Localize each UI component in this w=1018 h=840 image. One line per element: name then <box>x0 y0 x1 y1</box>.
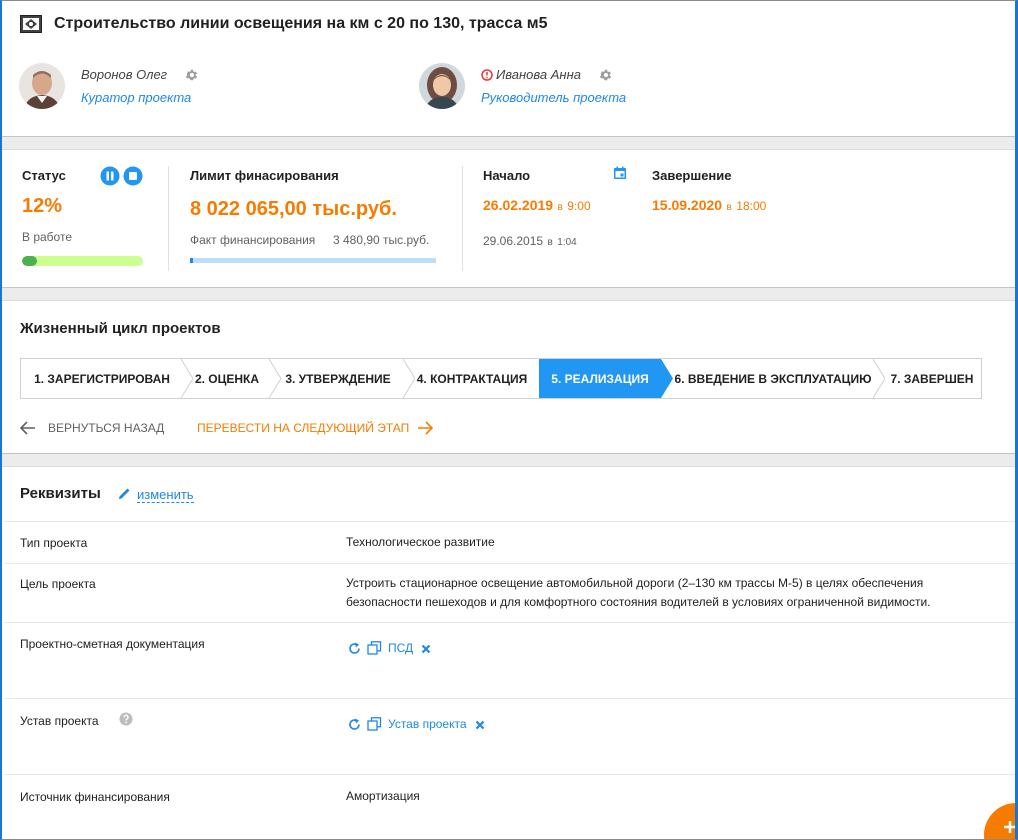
field-label: Цель проекта <box>20 577 96 591</box>
requisites-title: Реквизиты <box>20 485 101 502</box>
step-commissioning[interactable]: 6. ВВЕДЕНИЕ В ЭКСПЛУАТАЦИЮ <box>673 359 873 398</box>
field-value: Амортизация <box>346 789 420 803</box>
alert-clock-icon <box>481 68 493 81</box>
next-stage-button[interactable]: ПЕРЕВЕСТИ НА СЛЕДУЮЩИЙ ЭТАП <box>197 421 434 435</box>
field-label: Устав проекта <box>20 714 99 728</box>
divider <box>462 166 463 271</box>
start-plan-time: 1:04 <box>557 237 577 248</box>
copy-icon[interactable] <box>367 641 382 655</box>
funding-limit-amount: 8 022 065,00 тыс.руб. <box>190 198 397 220</box>
close-icon[interactable] <box>475 720 485 730</box>
start-label: Начало <box>483 168 531 183</box>
end-time-prefix: в <box>726 202 732 213</box>
start-date-value: 26.02.2019 <box>483 197 554 213</box>
lifecycle-title: Жизненный цикл проектов <box>20 320 221 337</box>
document-link[interactable]: ПСД <box>388 641 413 655</box>
document-link[interactable]: Устав проекта <box>388 717 467 731</box>
funding-progress-bar <box>190 258 436 263</box>
start-time-value: 9:00 <box>567 199 591 213</box>
row-divider <box>4 698 1015 699</box>
start-plan-prefix: в <box>547 237 553 248</box>
project-header: Строительство линии освещения на км с 20… <box>20 15 547 33</box>
start-plan-date: 29.06.2015 в 1:04 <box>483 232 577 250</box>
pencil-icon[interactable] <box>118 487 131 500</box>
calendar-icon[interactable] <box>613 166 627 180</box>
status-label: Статус <box>22 168 66 183</box>
start-date: 26.02.2019 в 9:00 <box>483 197 591 215</box>
plus-icon <box>1004 821 1015 833</box>
row-divider <box>4 521 1015 522</box>
funding-fact-amount: 3 480,90 тыс.руб. <box>333 233 430 247</box>
status-controls <box>100 166 143 186</box>
step-chevron <box>873 359 885 398</box>
person-role-link[interactable]: Руководитель проекта <box>481 90 626 105</box>
funding-limit-label: Лимит финасирования <box>190 168 339 183</box>
person-curator: Воронов Олег Куратор проекта <box>19 63 199 109</box>
step-contracting[interactable]: 4. КОНТРАКТАЦИЯ <box>405 359 539 398</box>
refresh-icon[interactable] <box>348 718 361 731</box>
lifecycle-stepper: 1. ЗАРЕГИСТРИРОВАН 2. ОЦЕНКА 3. УТВЕРЖДЕ… <box>20 358 982 399</box>
field-label: Источник финансирования <box>20 790 170 804</box>
step-registered[interactable]: 1. ЗАРЕГИСТРИРОВАН <box>21 359 183 398</box>
project-type-icon <box>20 15 42 33</box>
copy-icon[interactable] <box>367 717 382 731</box>
funding-fact-label: Факт финансирования <box>190 233 316 247</box>
step-chevron-active <box>661 359 673 398</box>
section-divider <box>2 136 1015 150</box>
document-charter: Устав проекта <box>348 717 491 731</box>
gear-icon[interactable] <box>599 68 613 82</box>
gear-icon[interactable] <box>185 68 199 82</box>
stop-icon[interactable] <box>123 166 143 186</box>
status-state: В работе <box>22 230 73 244</box>
step-completed[interactable]: 7. ЗАВЕРШЕН <box>883 359 981 398</box>
avatar-manager[interactable] <box>419 63 465 109</box>
person-name: Воронов Олег <box>81 67 168 82</box>
step-chevron <box>269 359 281 398</box>
row-divider <box>4 774 1015 775</box>
person-manager: Иванова Анна Руководитель проекта <box>419 63 626 109</box>
person-role-link[interactable]: Куратор проекта <box>81 90 199 105</box>
end-date: 15.09.2020 в 18:00 <box>652 197 766 215</box>
person-name: Иванова Анна <box>496 67 581 82</box>
page-title: Строительство линии освещения на км с 20… <box>54 15 548 32</box>
section-divider <box>2 453 1015 467</box>
status-progress-bar <box>22 256 143 266</box>
avatar-curator[interactable] <box>19 63 65 109</box>
help-icon[interactable] <box>119 712 133 726</box>
edit-link[interactable]: изменить <box>137 487 194 503</box>
row-divider <box>4 563 1015 564</box>
row-divider <box>4 622 1015 623</box>
step-chevron <box>403 359 415 398</box>
end-date-value: 15.09.2020 <box>652 197 723 213</box>
project-card: Строительство линии освещения на км с 20… <box>0 0 1018 840</box>
field-label: Проектно-сметная документация <box>20 637 205 651</box>
pause-icon[interactable] <box>100 166 120 186</box>
start-time-prefix: в <box>557 202 563 213</box>
add-button[interactable] <box>984 803 1015 839</box>
funding-progress-fill <box>190 258 193 263</box>
arrow-right-icon <box>418 421 434 435</box>
close-icon[interactable] <box>421 644 431 654</box>
end-label: Завершение <box>652 168 732 183</box>
step-chevron <box>181 359 193 398</box>
field-value: Устроить стационарное освещение автомоби… <box>346 576 931 609</box>
step-implementation[interactable]: 5. РЕАЛИЗАЦИЯ <box>539 359 661 398</box>
next-stage-label: ПЕРЕВЕСТИ НА СЛЕДУЮЩИЙ ЭТАП <box>197 421 410 435</box>
arrow-left-icon <box>20 421 35 435</box>
back-button[interactable]: ВЕРНУТЬСЯ НАЗАД <box>20 421 164 435</box>
back-button-label: ВЕРНУТЬСЯ НАЗАД <box>48 421 165 435</box>
refresh-icon[interactable] <box>348 642 361 655</box>
document-psd: ПСД <box>348 641 437 655</box>
status-progress-fill <box>22 256 37 266</box>
status-percent: 12% <box>22 195 63 217</box>
end-time-value: 18:00 <box>736 199 767 213</box>
step-approval[interactable]: 3. УТВЕРЖДЕНИЕ <box>271 359 405 398</box>
section-divider <box>2 287 1015 301</box>
field-value: Технологическое развитие <box>346 535 495 549</box>
start-plan-date-value: 29.06.2015 <box>483 234 544 248</box>
divider <box>168 166 169 271</box>
step-evaluation[interactable]: 2. ОЦЕНКА <box>183 359 271 398</box>
field-label: Тип проекта <box>20 536 88 550</box>
